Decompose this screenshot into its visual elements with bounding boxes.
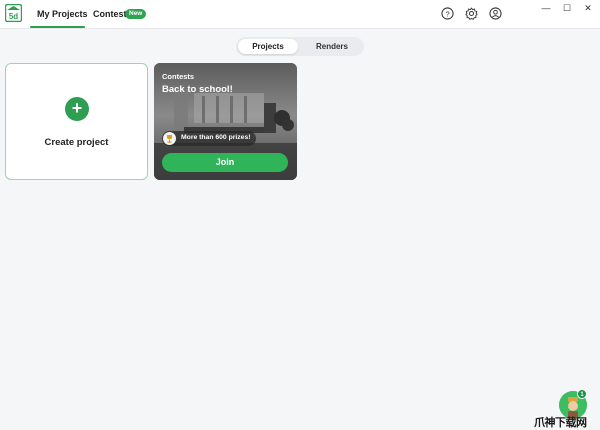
prize-pill: More than 600 prizes! [162, 131, 256, 146]
contest-category-label: Contests [162, 72, 195, 81]
new-badge: New [125, 9, 147, 19]
projects-renders-toggle: Projects Renders [236, 37, 364, 56]
prize-text: More than 600 prizes! [181, 134, 251, 141]
assistant-notification-badge: 1 [577, 389, 587, 399]
trophy-icon [163, 132, 176, 145]
create-project-label: Create project [44, 137, 109, 148]
minimize-button[interactable]: — [536, 1, 556, 15]
close-button[interactable]: ✕ [578, 1, 598, 15]
app-logo-icon[interactable]: 5d [5, 4, 22, 22]
contest-title: Back to school! [162, 84, 233, 95]
watermark-text: 爪神下载网 [534, 417, 587, 429]
top-bar: 5d My Projects Contests New ? — ☐ ✕ [0, 0, 600, 29]
create-project-card[interactable]: + Create project [5, 63, 148, 180]
help-icon[interactable]: ? [441, 7, 454, 20]
svg-text:?: ? [445, 9, 449, 18]
account-icon[interactable] [489, 7, 502, 20]
logo-text: 5d [9, 12, 18, 21]
join-button[interactable]: Join [162, 153, 288, 172]
active-tab-indicator [30, 26, 85, 28]
segment-renders[interactable]: Renders [302, 39, 362, 54]
plus-icon[interactable]: + [65, 97, 89, 121]
maximize-button[interactable]: ☐ [557, 1, 577, 15]
segment-projects[interactable]: Projects [238, 39, 298, 54]
contest-card[interactable]: Contests Back to school! More than 600 p… [154, 63, 297, 180]
tab-my-projects[interactable]: My Projects [37, 9, 88, 19]
settings-icon[interactable] [465, 7, 478, 20]
